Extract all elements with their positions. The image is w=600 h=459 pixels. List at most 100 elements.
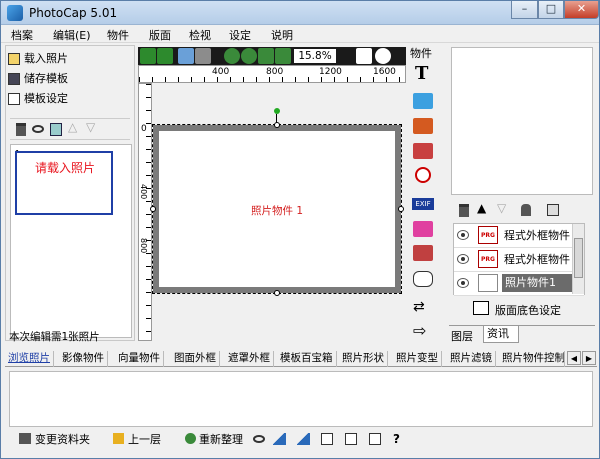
layer-down-icon[interactable]: ▽: [497, 201, 506, 215]
hand-icon[interactable]: [375, 48, 391, 64]
bg-color-setting[interactable]: 版面底色设定: [473, 301, 593, 317]
layer-copy-icon[interactable]: [547, 204, 559, 216]
layer-row[interactable]: PRG 程式外框物件: [454, 224, 584, 248]
tab-frame[interactable]: 图面外框: [171, 351, 220, 367]
list-view-1-icon[interactable]: [321, 433, 333, 445]
layer-trash-icon[interactable]: [459, 204, 469, 217]
menu-help[interactable]: 说明: [271, 27, 293, 43]
tab-scroll-left[interactable]: ◀: [567, 351, 581, 365]
exif-tool-label[interactable]: EXIF: [412, 198, 434, 210]
maximize-button[interactable]: □: [538, 1, 564, 19]
list-view-2-icon[interactable]: [345, 433, 357, 445]
menu-view[interactable]: 检视: [189, 27, 211, 43]
tab-mask-frame[interactable]: 遮罩外框: [225, 351, 274, 367]
ruler-tick-400: 400: [212, 67, 230, 77]
layer-thumbnail: [478, 274, 498, 292]
zoom-out-icon[interactable]: [241, 48, 257, 64]
calendar-tool-icon[interactable]: [413, 245, 433, 261]
text-tool-icon[interactable]: T: [415, 63, 428, 84]
move-down-icon[interactable]: ▽: [86, 120, 95, 134]
load-photo-command[interactable]: 载入照片: [8, 50, 68, 68]
canvas-area[interactable]: 照片物件 1: [150, 83, 406, 341]
copy-icon[interactable]: [178, 48, 194, 64]
view-icon[interactable]: [253, 435, 265, 443]
layer-row[interactable]: PRG 程式外框物件: [454, 248, 584, 272]
change-folder-button[interactable]: 变更资料夹: [19, 432, 90, 448]
menu-edit[interactable]: 编辑(E): [53, 27, 91, 43]
ruler-tick-1600: 1600: [373, 67, 396, 77]
sort-asc-icon[interactable]: [273, 433, 286, 445]
resize-handle-bottom[interactable]: [274, 290, 280, 296]
redo-icon[interactable]: [157, 48, 173, 64]
refresh-button[interactable]: 重新整理: [185, 432, 243, 448]
undo-icon[interactable]: [140, 48, 156, 64]
up-level-button[interactable]: 上一层: [113, 432, 161, 448]
page-frame[interactable]: 照片物件 1: [152, 124, 402, 294]
import-icon[interactable]: [50, 123, 62, 136]
minimize-button[interactable]: –: [511, 1, 538, 19]
photo-slot-label: 请载入照片: [35, 161, 96, 175]
layer-visibility-icon[interactable]: [457, 254, 469, 264]
tab-layers[interactable]: 图层: [451, 328, 473, 344]
tab-photo-transform[interactable]: 照片变型: [393, 351, 442, 367]
tab-photo-shape[interactable]: 照片形状: [339, 351, 388, 367]
actual-size-icon[interactable]: [275, 48, 291, 64]
layer-lock-icon[interactable]: [521, 204, 531, 216]
list-view-3-icon[interactable]: [369, 433, 381, 445]
layer-up-icon[interactable]: ▲: [477, 201, 486, 215]
template-settings-label: 模板设定: [24, 92, 68, 105]
change-folder-label: 变更资料夹: [35, 433, 90, 446]
zoom-level: 15.8%: [294, 49, 336, 63]
sort-desc-icon[interactable]: [297, 433, 310, 445]
pointer-icon[interactable]: [356, 48, 372, 64]
layer-scrollbar[interactable]: [572, 224, 584, 294]
tab-info[interactable]: 资讯: [483, 326, 519, 343]
title-bar: PhotoCap 5.01 – □ ✕: [1, 1, 599, 25]
print-icon[interactable]: [195, 48, 211, 64]
tab-scroll-right[interactable]: ▶: [582, 351, 596, 365]
load-photo-label: 载入照片: [24, 52, 68, 65]
arrow-tool-icon[interactable]: ⇨: [413, 321, 426, 340]
photo-tool-icon[interactable]: [413, 118, 433, 134]
save-template-command[interactable]: 储存模板: [8, 70, 68, 88]
photo-slot[interactable]: 请载入照片: [15, 151, 113, 215]
menu-settings[interactable]: 设定: [229, 27, 251, 43]
status-text: 本次编辑需1张照片: [9, 331, 100, 343]
photo-list: 1 请载入照片: [10, 144, 132, 338]
template-settings-command[interactable]: 模板设定: [8, 90, 68, 108]
eye-icon[interactable]: [32, 125, 44, 133]
rotate-handle[interactable]: [274, 108, 280, 114]
speech-bubble-icon[interactable]: [413, 271, 433, 287]
clock-tool-icon[interactable]: [415, 167, 431, 183]
tab-photo-control[interactable]: 照片物件控制: [499, 351, 565, 367]
close-button[interactable]: ✕: [564, 1, 599, 19]
bg-color-swatch[interactable]: [473, 301, 489, 315]
refresh-label: 重新整理: [199, 433, 243, 446]
layer-visibility-icon[interactable]: [457, 278, 469, 288]
resize-handle-top[interactable]: [274, 122, 280, 128]
layer-list: PRG 程式外框物件 PRG 程式外框物件 照片物件1: [453, 223, 585, 296]
menu-file[interactable]: 档案: [11, 27, 33, 43]
layer-visibility-icon[interactable]: [457, 230, 469, 240]
zoom-in-icon[interactable]: [224, 48, 240, 64]
layer-row-selected[interactable]: 照片物件1: [454, 272, 584, 296]
tab-browse-photos[interactable]: 浏览照片: [5, 351, 54, 367]
fit-icon[interactable]: [258, 48, 274, 64]
move-up-icon[interactable]: △: [68, 120, 77, 134]
menu-object[interactable]: 物件: [107, 27, 129, 43]
frame-tool-icon[interactable]: [413, 143, 433, 159]
tab-photo-filter[interactable]: 照片滤镜: [447, 351, 496, 367]
line-tool-icon[interactable]: ⇄: [413, 299, 425, 315]
tab-template-box[interactable]: 模板百宝箱: [277, 351, 337, 367]
resize-handle-left[interactable]: [150, 206, 156, 212]
menu-layout[interactable]: 版面: [149, 27, 171, 43]
tab-vector-objects[interactable]: 向量物件: [115, 351, 164, 367]
layer-label: 程式外框物件: [504, 229, 570, 242]
layer-scroll-thumb[interactable]: [574, 238, 583, 278]
resize-handle-right[interactable]: [398, 206, 404, 212]
tab-image-objects[interactable]: 影像物件: [59, 351, 108, 367]
image-tool-icon[interactable]: [413, 93, 433, 109]
trash-icon[interactable]: [16, 123, 26, 136]
cake-tool-icon[interactable]: [413, 221, 433, 237]
help-button[interactable]: ?: [393, 432, 400, 446]
